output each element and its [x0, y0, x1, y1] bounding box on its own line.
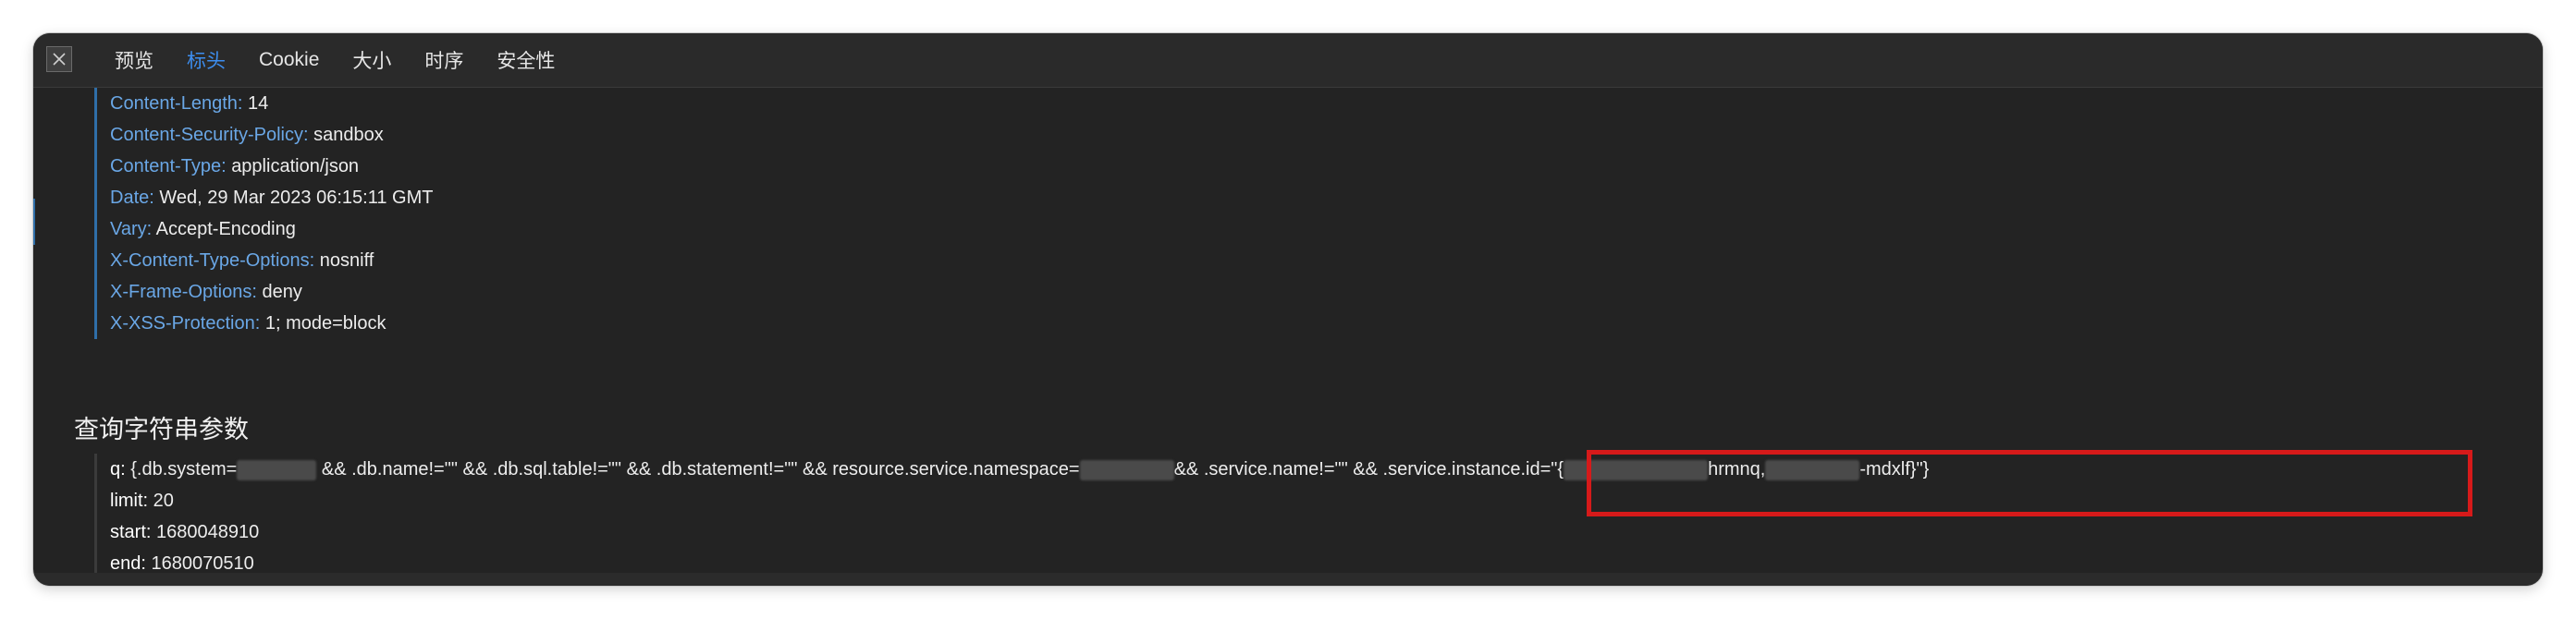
- param-value-part: && .db.name!="" && .db.sql.table!="" && …: [316, 459, 1080, 479]
- tab-preview[interactable]: 预览: [98, 46, 170, 74]
- param-row-limit: limit: 20: [110, 485, 1929, 516]
- tab-bar: 预览 标头 Cookie 大小 时序 安全性: [33, 33, 2543, 88]
- tab-size[interactable]: 大小: [336, 46, 408, 74]
- header-row: X-Content-Type-Options: nosniff: [110, 245, 433, 276]
- query-params-title: 查询字符串参数: [74, 416, 249, 443]
- header-value: deny: [262, 282, 302, 302]
- tab-timing[interactable]: 时序: [408, 46, 480, 74]
- header-row: Vary: Accept-Encoding: [110, 213, 433, 245]
- header-row: Date: Wed, 29 Mar 2023 06:15:11 GMT: [110, 182, 433, 213]
- response-headers-list: Content-Length: 14 Content-Security-Poli…: [94, 88, 433, 339]
- header-value: sandbox: [313, 125, 384, 145]
- tab-security[interactable]: 安全性: [480, 46, 571, 74]
- query-params-list: q: {.db.system= && .db.name!="" && .db.s…: [94, 454, 1929, 579]
- header-key: X-Content-Type-Options:: [110, 250, 315, 271]
- param-key: start:: [110, 522, 152, 542]
- param-value-part: .service.instance.id="{: [1382, 459, 1564, 479]
- param-value: 1680070510: [151, 553, 254, 574]
- tab-cookie[interactable]: Cookie: [242, 49, 336, 71]
- param-value-part: {.db.system=: [130, 459, 238, 479]
- param-value-part: hrmnq,: [1708, 459, 1766, 479]
- redacted-text: [1765, 459, 1860, 480]
- header-row: X-XSS-Protection: 1; mode=block: [110, 308, 433, 339]
- param-value-part: && .service.name!="" &&: [1173, 459, 1383, 479]
- header-key: Content-Security-Policy:: [110, 125, 309, 145]
- scroll-marker: [33, 199, 35, 245]
- tab-headers[interactable]: 标头: [170, 46, 242, 74]
- param-value: 20: [153, 491, 174, 511]
- param-row-q: q: {.db.system= && .db.name!="" && .db.s…: [110, 454, 1929, 485]
- param-row-start: start: 1680048910: [110, 516, 1929, 548]
- header-value: 14: [248, 93, 269, 114]
- header-key: Date:: [110, 188, 154, 208]
- header-row: Content-Security-Policy: sandbox: [110, 119, 433, 151]
- param-value-part: -mdxlf}"}: [1859, 459, 1930, 479]
- header-row: Content-Length: 14: [110, 88, 433, 119]
- header-value: nosniff: [319, 250, 374, 271]
- header-key: X-XSS-Protection:: [110, 313, 261, 334]
- redacted-text: [1079, 459, 1174, 480]
- header-value: Accept-Encoding: [155, 219, 296, 239]
- redacted-text: [1564, 459, 1709, 480]
- header-key: Content-Length:: [110, 93, 243, 114]
- header-key: X-Frame-Options:: [110, 282, 257, 302]
- header-value: application/json: [231, 156, 360, 176]
- bottom-edge: [33, 573, 2543, 586]
- param-key: q:: [110, 459, 126, 479]
- devtools-window: 预览 标头 Cookie 大小 时序 安全性 Content-Length: 1…: [33, 33, 2543, 586]
- param-key: end:: [110, 553, 146, 574]
- redacted-text: [237, 459, 317, 480]
- header-row: Content-Type: application/json: [110, 151, 433, 182]
- header-key: Content-Type:: [110, 156, 227, 176]
- header-row: X-Frame-Options: deny: [110, 276, 433, 308]
- tabs: 预览 标头 Cookie 大小 时序 安全性: [98, 33, 571, 87]
- close-icon: [53, 53, 66, 66]
- param-key: limit:: [110, 491, 149, 511]
- headers-content: Content-Length: 14 Content-Security-Poli…: [33, 88, 2543, 586]
- param-value: 1680048910: [156, 522, 260, 542]
- close-button[interactable]: [46, 46, 72, 72]
- header-key: Vary:: [110, 219, 153, 239]
- header-value: Wed, 29 Mar 2023 06:15:11 GMT: [159, 188, 434, 208]
- header-value: 1; mode=block: [264, 313, 386, 334]
